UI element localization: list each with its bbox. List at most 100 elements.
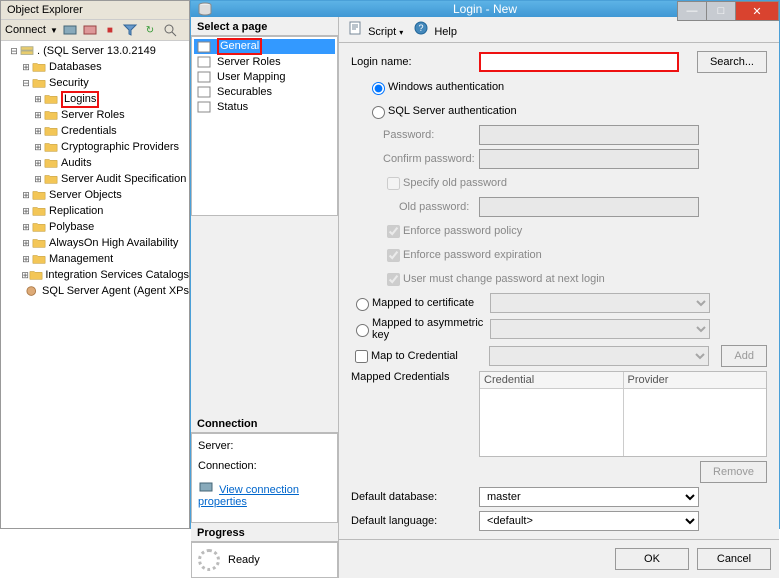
object-explorer-toolbar: Connect ▼ ■ ↻ (1, 20, 189, 41)
filter-icon[interactable] (122, 22, 138, 38)
tree-sql-agent[interactable]: SQL Server Agent (Agent XPs (1, 283, 189, 299)
folder-icon (31, 252, 47, 266)
svg-text:?: ? (419, 23, 424, 33)
mapped-cert-label: Mapped to certificate (372, 297, 490, 309)
script-button[interactable]: Script ▾ (347, 21, 403, 38)
asym-select (490, 319, 710, 339)
server-icon (19, 44, 35, 58)
folder-icon (43, 140, 59, 154)
progress-box: Ready (191, 542, 338, 578)
dialog-footer: OK Cancel (339, 539, 779, 578)
close-button[interactable]: ✕ (735, 1, 779, 21)
server-icon (198, 480, 214, 494)
tree-server-objects[interactable]: ⊞Server Objects (1, 187, 189, 203)
connect-button[interactable]: Connect (5, 24, 46, 36)
refresh-icon[interactable]: ↻ (142, 22, 158, 38)
old-password-label: Old password: (399, 201, 479, 213)
tree-server-roles[interactable]: ⊞Server Roles (1, 107, 189, 123)
sql-auth-label: SQL Server authentication (388, 105, 517, 117)
folder-icon (43, 172, 59, 186)
object-explorer-panel: Object Explorer Connect ▼ ■ ↻ ⊟. (SQL Se… (0, 0, 190, 529)
page-status[interactable]: Status (194, 99, 335, 114)
general-form: Login name: Search... Windows authentica… (339, 43, 779, 539)
tree-isc[interactable]: ⊞Integration Services Catalogs (1, 267, 189, 283)
default-lang-select[interactable]: <default> (479, 511, 699, 531)
page-user-mapping[interactable]: User Mapping (194, 69, 335, 84)
tree-databases[interactable]: ⊞Databases (1, 59, 189, 75)
folder-icon (29, 268, 43, 282)
tree-credentials[interactable]: ⊞Credentials (1, 123, 189, 139)
object-explorer-title: Object Explorer (1, 1, 189, 20)
folder-icon (31, 236, 47, 250)
page-general[interactable]: General (194, 39, 335, 54)
tree-replication[interactable]: ⊞Replication (1, 203, 189, 219)
connection-head: Connection (191, 414, 338, 433)
select-page-head: Select a page (191, 17, 338, 36)
password-label: Password: (383, 129, 479, 141)
help-icon: ? (413, 21, 429, 35)
confirm-input (479, 149, 699, 169)
mapped-cert-radio[interactable] (356, 298, 369, 311)
folder-icon (43, 108, 59, 122)
agent-icon (26, 284, 40, 298)
tree-alwayson[interactable]: ⊞AlwaysOn High Availability (1, 235, 189, 251)
login-name-input[interactable] (479, 52, 679, 72)
maximize-button[interactable]: □ (706, 1, 736, 21)
tree-server-root[interactable]: ⊟. (SQL Server 13.0.2149 (1, 43, 189, 59)
tree-polybase[interactable]: ⊞Polybase (1, 219, 189, 235)
windows-auth-label: Windows authentication (388, 81, 504, 93)
object-explorer-tree[interactable]: ⊟. (SQL Server 13.0.2149 ⊞Databases ⊟Sec… (1, 41, 189, 528)
ok-button[interactable]: OK (615, 548, 689, 570)
folder-icon (31, 60, 47, 74)
default-db-label: Default database: (351, 491, 479, 503)
folder-icon (31, 204, 47, 218)
windows-auth-radio[interactable] (372, 82, 385, 95)
map-cred-label: Map to Credential (371, 350, 489, 362)
titlebar[interactable]: Login - New — □ ✕ (191, 1, 779, 17)
stop-icon[interactable]: ■ (102, 22, 118, 38)
add-button: Add (721, 345, 767, 367)
page-securables[interactable]: Securables (194, 84, 335, 99)
enforce-policy-label: Enforce password policy (403, 225, 522, 237)
tree-audits[interactable]: ⊞Audits (1, 155, 189, 171)
folder-icon (31, 220, 47, 234)
enforce-policy-check (387, 225, 400, 238)
mapped-asym-label: Mapped to asymmetric key (372, 317, 490, 341)
confirm-label: Confirm password: (383, 153, 479, 165)
cancel-button[interactable]: Cancel (697, 548, 771, 570)
page-server-roles[interactable]: Server Roles (194, 54, 335, 69)
credentials-grid[interactable]: Credential Provider (479, 371, 767, 457)
map-cred-check[interactable] (355, 350, 368, 363)
page-icon (196, 100, 212, 114)
minimize-button[interactable]: — (677, 1, 707, 21)
folder-icon (43, 92, 59, 106)
search-button[interactable]: Search... (697, 51, 767, 73)
login-new-dialog: Login - New — □ ✕ Select a page General … (190, 0, 780, 529)
progress-head: Progress (191, 523, 338, 542)
mapped-asym-radio[interactable] (356, 324, 369, 337)
col-provider: Provider (624, 372, 767, 389)
page-icon (196, 85, 212, 99)
page-icon (196, 40, 212, 54)
search-icon[interactable] (162, 22, 178, 38)
tree-server-audit-spec[interactable]: ⊞Server Audit Specification (1, 171, 189, 187)
page-list[interactable]: General Server Roles User Mapping Secura… (191, 36, 338, 216)
disconnect-icon[interactable] (82, 22, 98, 38)
folder-icon (43, 156, 59, 170)
tree-management[interactable]: ⊞Management (1, 251, 189, 267)
enforce-expire-check (387, 249, 400, 262)
sql-auth-radio[interactable] (372, 106, 385, 119)
folder-icon (43, 124, 59, 138)
help-button[interactable]: ? Help (413, 21, 457, 38)
cert-select (490, 293, 710, 313)
col-credential: Credential (480, 372, 623, 389)
tree-crypto-providers[interactable]: ⊞Cryptographic Providers (1, 139, 189, 155)
connection-box: Server: Connection: View connection prop… (191, 433, 338, 523)
connect-icon[interactable] (62, 22, 78, 38)
default-db-select[interactable]: master (479, 487, 699, 507)
default-lang-label: Default language: (351, 515, 479, 527)
server-label: Server: (198, 440, 331, 452)
tree-logins[interactable]: ⊞Logins (1, 91, 189, 107)
tree-security[interactable]: ⊟Security (1, 75, 189, 91)
connection-label: Connection: (198, 460, 331, 472)
